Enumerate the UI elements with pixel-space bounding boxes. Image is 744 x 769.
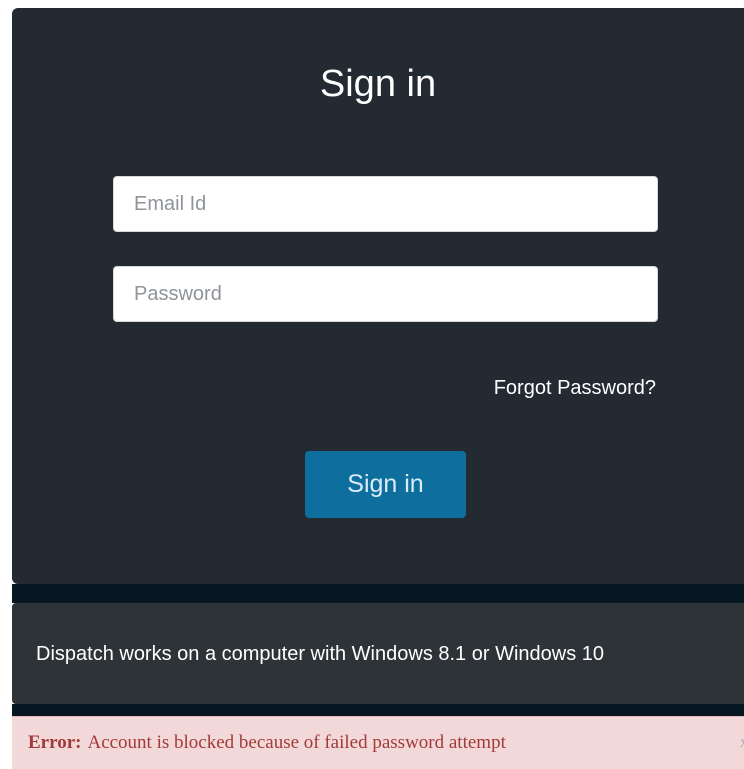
section-divider [12,584,744,603]
password-input[interactable] [113,266,658,322]
error-label: Error: [28,732,82,753]
error-divider [12,704,744,716]
forgot-password-link[interactable]: Forgot Password? [494,376,656,400]
error-message: Account is blocked because of failed pas… [87,732,506,753]
signin-button[interactable]: Sign in [305,451,466,518]
requirements-message: Dispatch works on a computer with Window… [36,642,605,665]
email-input[interactable] [113,176,658,232]
error-banner: Error: Account is blocked because of fai… [12,716,744,769]
requirements-panel: Dispatch works on a computer with Window… [12,603,744,704]
signin-title: Sign in [319,63,437,105]
signin-panel: Sign in Forgot Password? Sign in [12,8,744,584]
close-icon[interactable]: x [740,735,744,751]
